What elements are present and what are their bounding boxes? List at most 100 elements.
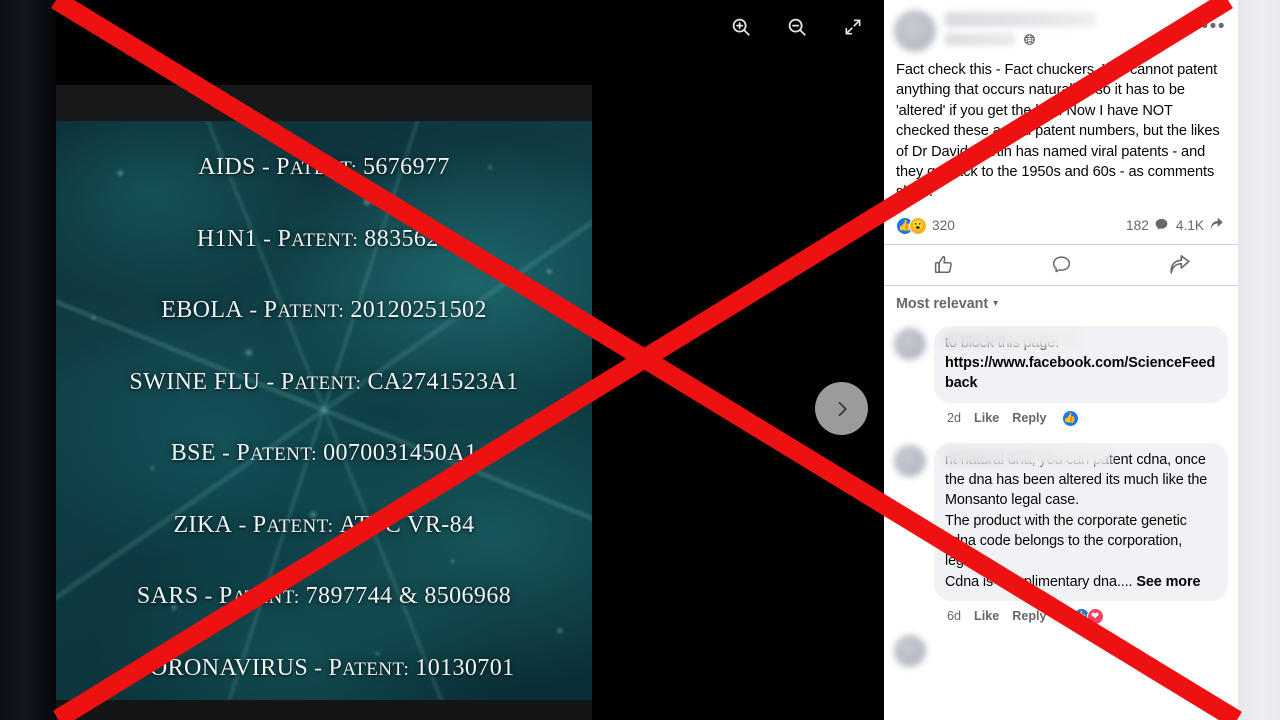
patent-line: SWINE FLU - PATENT: CA2741523A1 [56, 346, 592, 418]
share-icon [1209, 217, 1224, 235]
comment-link[interactable]: https://www.facebook.com/ScienceFeedback [945, 355, 1215, 391]
comment-reactions[interactable]: 👍 [1061, 409, 1079, 427]
patent-separator: - [260, 368, 281, 394]
patent-value: ATTC VR-84 [339, 511, 475, 538]
comment-sort-label: Most relevant [896, 295, 989, 312]
patent-value: 0070031450A1 [323, 440, 478, 466]
media-viewer: AIDS - PATENT: 5676977 H1N1 - PATENT: 88… [0, 0, 884, 720]
photo-bottom-band [56, 700, 592, 720]
like-button[interactable] [884, 245, 1002, 285]
patent-word: PATENT: [236, 440, 317, 466]
post-identity [945, 8, 1202, 54]
share-button[interactable] [1120, 245, 1238, 285]
share-count-group[interactable]: 4.1K [1176, 217, 1224, 235]
comment-sort-selector[interactable]: Most relevant ▾ [884, 286, 1238, 318]
patent-separator: - [243, 297, 264, 322]
comment-icon [1154, 217, 1169, 235]
patent-line: EBOLA - PATENT: 20120251502 [56, 274, 592, 346]
commenter-name-blur [943, 447, 1111, 466]
reaction-counts[interactable]: 👍 😮 320 [896, 216, 955, 235]
avatar[interactable] [894, 327, 926, 360]
share-count: 4.1K [1175, 218, 1204, 234]
patent-line: BSE - PATENT: 0070031450A1 [56, 417, 592, 489]
share-arrow-icon [1170, 254, 1190, 274]
post-author-name[interactable] [945, 12, 1095, 27]
comment-time[interactable]: 2d [947, 411, 961, 425]
zoom-in-icon[interactable] [724, 10, 758, 44]
like-icon: 👍 [1061, 409, 1079, 427]
patent-separator: - [308, 654, 329, 680]
comment-like-action[interactable]: Like [974, 609, 999, 623]
share-glyph [1210, 217, 1223, 230]
patent-disease: H1N1 [196, 225, 258, 252]
sidebar-gutter [1238, 0, 1280, 720]
see-more-link[interactable]: See more [1136, 574, 1200, 590]
patent-disease: SARS [136, 583, 199, 609]
patent-word: PATENT: [218, 583, 300, 609]
comment-text-visible: nt natural dna, you can patent cdna, onc… [945, 451, 1208, 590]
patent-value: 5676977 [362, 154, 450, 180]
comment-count: 182 [1125, 218, 1149, 234]
patent-line: CORONAVIRUS - PATENT: 10130701 [56, 632, 592, 701]
screenshot-root: AIDS - PATENT: 5676977 H1N1 - PATENT: 88… [0, 0, 1280, 720]
patent-disease: ZIKA [173, 511, 233, 538]
comment-item: nt natural dna, you can patent cdna, onc… [884, 439, 1238, 625]
globe-icon [1023, 33, 1036, 46]
love-icon: ❤ [1086, 607, 1104, 625]
patent-disease: BSE [170, 440, 216, 466]
comment-time[interactable]: 6d [947, 609, 961, 623]
patent-word: PATENT: [328, 654, 410, 681]
patent-separator: - [215, 440, 237, 465]
patent-value: 7897744 & 8506968 [305, 583, 512, 609]
patent-line: H1N1 - PATENT: 8835624 [56, 203, 592, 275]
reaction-count: 320 [932, 218, 955, 234]
patent-word: PATENT: [277, 225, 359, 252]
patent-disease: EBOLA [161, 297, 244, 323]
post-body-text: Fact check this - Fact chuckers. You can… [896, 62, 1220, 201]
patent-line: ZIKA - PATENT: ATTC VR-84 [56, 489, 592, 561]
comment-reply-action[interactable]: Reply [1012, 411, 1046, 425]
patent-value: CA2741523A1 [367, 368, 519, 395]
patent-word: PATENT: [280, 368, 362, 395]
chevron-down-icon: ▾ [993, 298, 999, 310]
patent-list: AIDS - PATENT: 5676977 H1N1 - PATENT: 88… [56, 121, 592, 700]
chevron-right-icon [838, 401, 847, 416]
avatar[interactable] [894, 444, 926, 477]
comment-meta: 2d Like Reply 👍 [934, 403, 1228, 427]
next-photo-button[interactable] [815, 382, 868, 435]
globe-glyph [1024, 33, 1035, 45]
reaction-summary: 👍 😮 320 182 4.1K [884, 203, 1238, 244]
more-options-icon[interactable]: ••• [1202, 8, 1226, 36]
engagement-counts: 182 4.1K [1126, 217, 1224, 235]
comment-item: to block this page: https://www.facebook… [884, 322, 1238, 427]
avatar[interactable] [894, 634, 926, 667]
post-panel: ••• Fact check this - Fact chuckers. You… [884, 0, 1238, 720]
comment-bubble: to block this page: https://www.facebook… [934, 325, 1228, 403]
patent-line: AIDS - PATENT: 5676977 [56, 131, 592, 203]
commenter-name-blur [943, 330, 1079, 348]
letterbox-band [56, 85, 592, 121]
comment-reactions[interactable]: 9 👍 ❤ [1062, 607, 1104, 625]
comment-count-group[interactable]: 182 [1126, 217, 1169, 235]
patent-separator: - [255, 154, 277, 179]
patent-separator: - [232, 511, 253, 537]
patent-value: 20120251502 [350, 297, 487, 323]
comment-like-action[interactable]: Like [974, 411, 999, 425]
comment-meta: 6d Like Reply 9 👍 ❤ [934, 601, 1228, 625]
post-header: ••• [884, 0, 1238, 60]
patent-line: SARS - PATENT: 7897744 & 8506968 [56, 560, 592, 632]
patent-disease: SWINE FLU [129, 368, 261, 395]
comment-button[interactable] [1002, 245, 1120, 285]
zoom-out-icon[interactable] [780, 10, 814, 44]
comment-reply-action[interactable]: Reply [1012, 609, 1046, 623]
viewer-toolbar [724, 10, 870, 44]
sort-row-blur [1004, 291, 1124, 316]
expand-icon[interactable] [836, 10, 870, 44]
thumbs-up-icon [934, 256, 952, 274]
comment-text: nt natural dna, you can patent cdna, onc… [945, 450, 1217, 592]
post-timestamp-blurred [945, 32, 1015, 46]
comment-body: to block this page: https://www.facebook… [934, 325, 1228, 427]
post-action-bar [884, 243, 1238, 286]
comment-bubble-icon [1052, 256, 1070, 273]
patent-value: 10130701 [415, 654, 515, 681]
